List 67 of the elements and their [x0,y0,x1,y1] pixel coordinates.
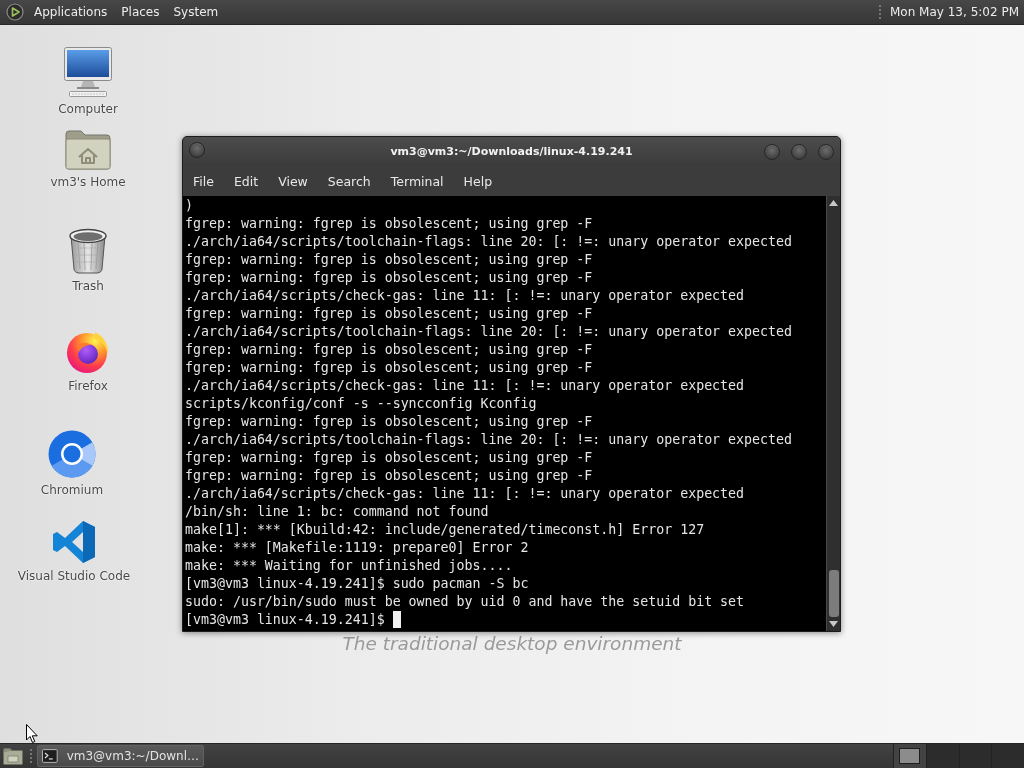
menu-item[interactable]: Help [453,169,503,193]
terminal-line: fgrep: warning: fgrep is obsolescent; using grep -F [185,414,593,429]
taskbar-button[interactable]: vm3@vm3:~/Downl… [37,745,204,767]
terminal-line: make[1]: *** [Kbuild:42: include/generated/timeconst.h] Error 127 [185,522,705,537]
menu-item[interactable]: View [268,169,318,193]
workspace-cell[interactable] [925,744,959,768]
terminal-line: fgrep: warning: fgrep is obsolescent; using grep -F [185,468,593,483]
terminal-line: fgrep: warning: fgrep is obsolescent; using grep -F [185,342,593,357]
terminal-line: ./arch/ia64/scripts/check-gas: line 11: [: !=: unary operator expected [185,288,745,303]
menu-item[interactable]: Edit [223,169,269,193]
trash-bin-icon[interactable] [68,228,108,274]
desktop-icon-label[interactable]: vm3's Home [50,174,126,190]
menu-item[interactable]: Terminal [380,169,454,193]
terminal-icon [42,749,58,763]
panel-menu[interactable]: Applications [27,2,115,22]
panel-menu[interactable]: System [166,2,226,22]
workspace-cell[interactable] [991,744,1024,768]
scroll-up-icon[interactable] [829,200,838,206]
terminal-line: [vm3@vm3 linux-4.19.241]$ sudo pacman -S bc [185,576,529,591]
window-menu-button[interactable] [189,142,205,158]
firefox-logo-icon[interactable] [65,330,111,374]
terminal-line: fgrep: warning: fgrep is obsolescent; using grep -F [185,270,593,285]
home-folder-icon[interactable] [65,130,111,170]
clock[interactable]: Mon May 13, 5:02 PM [888,2,1019,22]
desktop-icon-label[interactable]: Firefox [68,378,108,394]
terminal-line: fgrep: warning: fgrep is obsolescent; using grep -F [185,216,593,231]
window-title: vm3@vm3:~/Downloads/linux-4.19.241 [390,145,633,158]
panel-menu[interactable]: Places [114,2,167,22]
window-thumbnail-icon [899,748,921,764]
terminal-line: ./arch/ia64/scripts/check-gas: line 11: [: !=: unary operator expected [185,486,745,501]
terminal-line: fgrep: warning: fgrep is obsolescent; using grep -F [185,360,593,375]
terminal-line: /bin/sh: line 1: bc: command not found [185,504,489,519]
terminal-line: ./arch/ia64/scripts/toolchain-flags: line 20: [: !=: unary operator expected [185,234,792,249]
terminal-line: ./arch/ia64/scripts/toolchain-flags: line 20: [: !=: unary operator expected [185,324,792,339]
terminal-line: fgrep: warning: fgrep is obsolescent; using grep -F [185,252,593,267]
text-cursor-icon [392,611,401,628]
monitor-icon[interactable] [64,47,112,97]
terminal-line: fgrep: warning: fgrep is obsolescent; using grep -F [185,306,593,321]
terminal-line: ./arch/ia64/scripts/toolchain-flags: line 20: [: !=: unary operator expected [185,432,792,447]
terminal-line: scripts/kconfig/conf -s --syncconfig Kconfig [185,396,537,411]
terminal-line: fgrep: warning: fgrep is obsolescent; using grep -F [185,450,593,465]
terminal-line: make: *** Waiting for unfinished jobs.... [185,558,513,573]
terminal-line: make: *** [Makefile:1119: prepare0] Error 2 [185,540,529,555]
terminal-line: ./arch/ia64/scripts/check-gas: line 11: [: !=: unary operator expected [185,378,745,393]
desktop-icon-label[interactable]: Visual Studio Code [17,568,131,584]
workspace-cell[interactable] [958,744,992,768]
maximize-button[interactable] [791,143,807,160]
chromium-logo-icon[interactable] [48,430,96,478]
scroll-down-icon[interactable] [829,621,838,627]
menu-item[interactable]: Search [317,169,381,193]
vscode-logo-icon[interactable] [52,520,96,564]
scrollbar[interactable] [826,196,840,631]
menu-item[interactable]: File [183,169,224,193]
desktop-icon-label[interactable]: Computer [58,101,118,117]
mouse-pointer-icon [26,724,38,743]
desktop-icon-label[interactable]: Chromium [40,482,104,498]
terminal-line: [vm3@vm3 linux-4.19.241]$ [185,612,385,627]
desktop-icon-label[interactable]: Trash [72,278,104,294]
show-desktop-icon[interactable] [3,747,23,765]
workspace-cell[interactable] [893,744,926,768]
terminal-line: sudo: /usr/bin/sudo must be owned by uid 0 and have the setuid bit set [185,594,745,609]
minimize-button[interactable] [764,143,780,160]
close-button[interactable] [818,143,834,160]
terminal-line: ) [185,198,193,213]
wallpaper-text: The traditional desktop environment [342,633,682,654]
scrollbar-thumb[interactable] [828,570,839,617]
panel-logo-icon[interactable] [6,3,24,21]
